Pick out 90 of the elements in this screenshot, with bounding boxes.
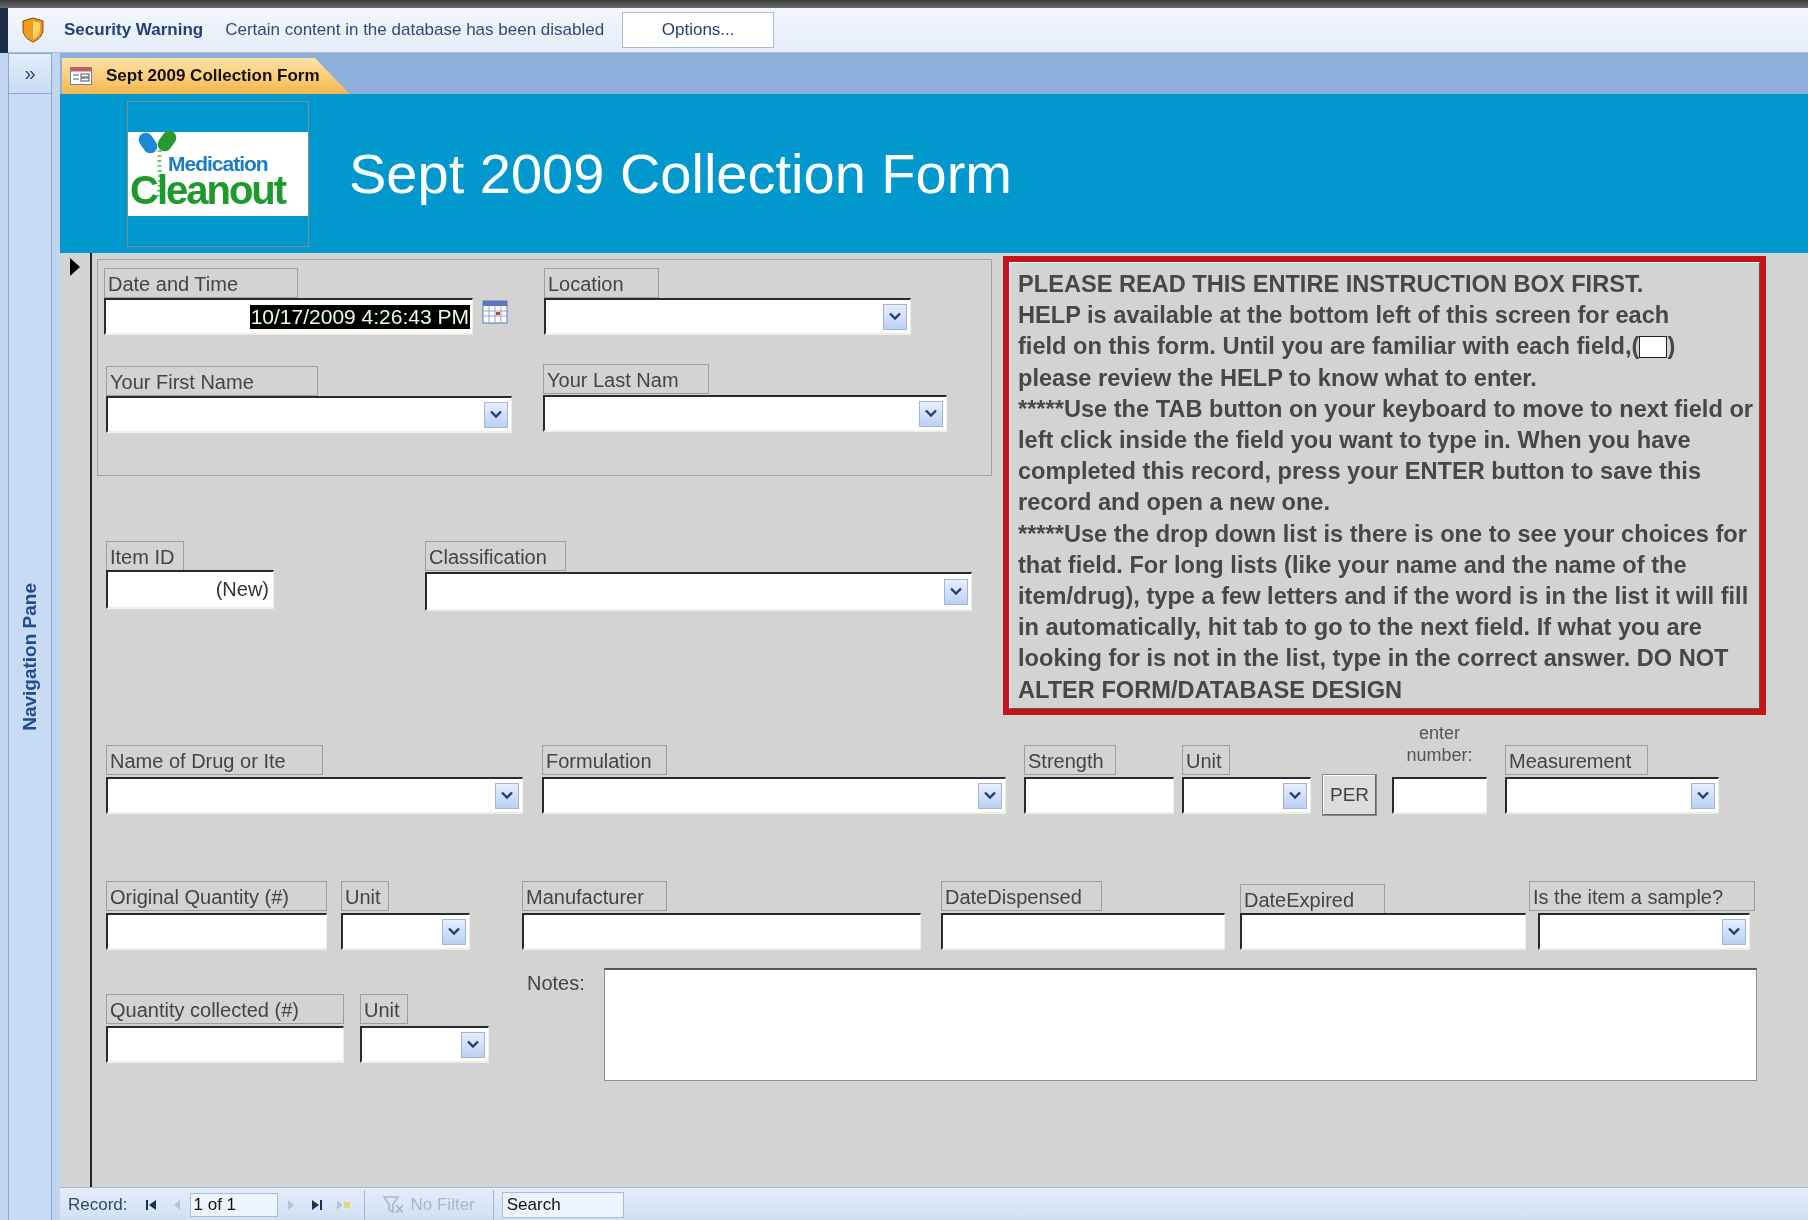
input-field[interactable]	[941, 913, 1225, 950]
search-field[interactable]: Search	[501, 1191, 624, 1218]
field-label: Quantity collected (#)	[106, 994, 344, 1024]
combo-box[interactable]	[106, 777, 523, 814]
field-label: Location	[544, 268, 659, 298]
chevron-down-icon	[1728, 927, 1740, 936]
security-warning-title: Security Warning	[64, 20, 204, 40]
field-label: DateDispensed	[941, 881, 1102, 911]
input-field[interactable]: (New)	[106, 570, 274, 609]
dropdown-button[interactable]	[461, 1031, 485, 1058]
input-field[interactable]	[106, 1026, 344, 1063]
dropdown-button[interactable]	[484, 401, 508, 428]
shield-icon	[22, 17, 44, 43]
combo-box[interactable]	[543, 395, 947, 432]
field-label: Your First Name	[106, 366, 318, 396]
field-label: Notes:	[526, 971, 586, 996]
combo-box[interactable]	[1538, 913, 1750, 950]
chevron-down-icon	[925, 409, 937, 418]
dropdown-button[interactable]	[883, 303, 907, 330]
combo-box[interactable]	[542, 777, 1006, 814]
dropdown-button[interactable]	[978, 782, 1002, 809]
combo-box[interactable]	[425, 572, 972, 611]
chevron-down-icon	[889, 312, 901, 321]
instruction-text: *****Use the TAB button on your keyboard to move to next field or left click inside the field you want to type in. When you have completed this record, press your ENTER button to save this record and open a new one.	[1018, 394, 1753, 518]
dropdown-button[interactable]	[919, 400, 943, 427]
combo-box[interactable]	[341, 913, 470, 950]
field-label: Manufacturer	[522, 881, 667, 911]
input-field[interactable]	[1392, 777, 1487, 814]
form-icon	[70, 67, 92, 85]
combo-box[interactable]	[1505, 777, 1719, 814]
instruction-text: please review the HELP to know what to enter.	[1018, 363, 1538, 393]
chevron-down-icon	[467, 1040, 479, 1049]
field-label: Measurement	[1505, 745, 1648, 775]
combo-box[interactable]	[360, 1026, 489, 1063]
chevron-down-icon	[950, 587, 962, 596]
record-label: Record:	[68, 1194, 128, 1215]
security-warning-message: Certain content in the database has been disabled	[225, 20, 605, 40]
input-field[interactable]	[106, 913, 327, 950]
per-button[interactable]: PER	[1322, 774, 1377, 816]
record-selector-icon[interactable]	[69, 257, 81, 277]
input-field[interactable]	[1024, 777, 1174, 814]
field-label: Formulation	[542, 745, 667, 775]
instruction-text: *****Use the drop down list is there is one to see your choices for that field. For long lists (like your name and the name of the item/drug), type a few letters and if the word is in the list it will fill in automatically, hit tab to go to the next field. If what you are looking for is not in the list, type in the correct answer. DO NOT ALTER FORM/DATABASE DESIGN	[1018, 519, 1750, 705]
instruction-text: field on this form. Until you are familiar with each field,(	[1018, 332, 1640, 362]
instruction-text: HELP is available at the bottom left of this screen for each	[1018, 301, 1671, 331]
field-label: Original Quantity (#)	[106, 881, 327, 911]
inline-field[interactable]	[1639, 336, 1668, 358]
field-label: Unit	[341, 881, 389, 911]
form-title: Sept 2009 Collection Form	[349, 141, 1012, 206]
dropdown-button[interactable]	[495, 782, 519, 809]
dropdown-button[interactable]	[1691, 782, 1715, 809]
field-label: Date and Time	[104, 268, 298, 298]
new-record-icon	[335, 1197, 350, 1212]
field-label: Unit	[1182, 745, 1230, 775]
field-label: Unit	[360, 994, 408, 1024]
input-field[interactable]	[522, 913, 921, 950]
filter-icon	[382, 1194, 405, 1215]
first-record-icon	[143, 1197, 158, 1212]
field-label: Name of Drug or Ite	[106, 745, 323, 775]
combo-box[interactable]	[106, 396, 512, 433]
combo-box[interactable]	[544, 298, 911, 335]
dropdown-button[interactable]	[944, 578, 968, 605]
dropdown-button[interactable]	[442, 918, 466, 945]
chevron-down-icon	[448, 927, 460, 936]
chevron-down-icon	[490, 410, 502, 419]
notes-field[interactable]	[604, 968, 1757, 1081]
dropdown-button[interactable]	[1722, 918, 1746, 945]
calendar-icon[interactable]	[482, 300, 508, 324]
combo-box[interactable]	[1182, 777, 1311, 814]
last-record-icon	[309, 1197, 324, 1212]
field-label: Strength	[1024, 745, 1116, 775]
field-label: Your Last Nam	[543, 364, 709, 394]
chevron-down-icon	[1697, 791, 1709, 800]
instruction-text: PLEASE READ THIS ENTIRE INSTRUCTION BOX FIRST.	[1018, 270, 1645, 299]
chevron-down-icon	[501, 791, 513, 800]
options-button[interactable]: Options...	[622, 12, 775, 48]
field-label: Is the item a sample?	[1529, 881, 1755, 911]
field-label: Classification	[425, 541, 566, 571]
chevron-down-icon	[1289, 791, 1301, 800]
record-position-field[interactable]: 1 of 1	[189, 1192, 278, 1217]
dropdown-button[interactable]	[1283, 782, 1307, 809]
expand-pane-button[interactable]: »	[9, 54, 51, 94]
navigation-pane-title[interactable]: Navigation Pane	[19, 583, 41, 731]
date-field[interactable]: 10/17/2009 4:26:43 PM	[104, 298, 473, 335]
field-label: enter number:	[1405, 722, 1474, 766]
chevron-down-icon	[984, 791, 996, 800]
input-field[interactable]	[1240, 913, 1526, 950]
logo: Medication Cleanout	[127, 100, 309, 247]
instruction-text: )	[1667, 332, 1676, 362]
form-tab[interactable]: Sept 2009 Collection Form	[62, 58, 350, 94]
